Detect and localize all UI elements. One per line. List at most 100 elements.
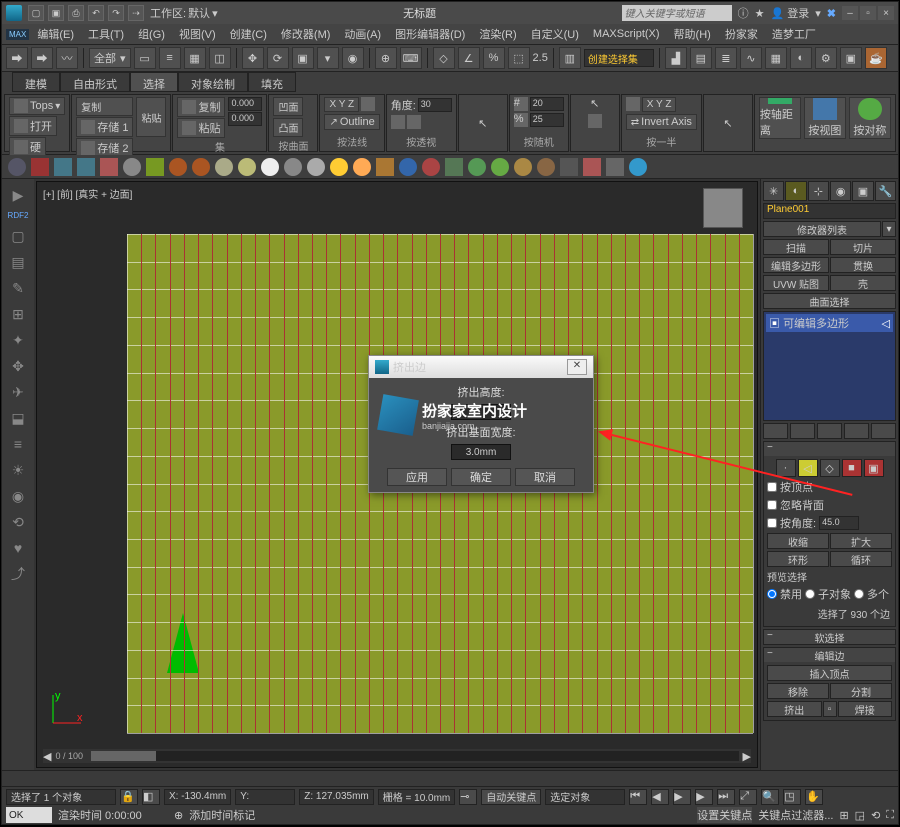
curve-select-button[interactable]: 曲面选择 <box>763 293 896 309</box>
script-x-icon[interactable]: ✖ <box>827 7 836 20</box>
edit-edges-rollout-header[interactable]: 编辑边 <box>764 648 895 662</box>
menu-views[interactable]: 视图(V) <box>173 24 222 44</box>
viewport-label[interactable]: [+] [前] [真实 + 边面] <box>43 186 132 201</box>
loop-button[interactable]: 循环 <box>830 551 892 567</box>
modify-tab-icon[interactable]: ◐ <box>785 181 806 201</box>
shelf-icon[interactable] <box>284 158 302 176</box>
convex-button[interactable]: 凸面 <box>273 118 303 137</box>
shelf-icon[interactable] <box>169 158 187 176</box>
border-subobj-icon[interactable]: ◇ <box>820 459 840 477</box>
normal-icon[interactable] <box>361 97 375 111</box>
gallery-icon[interactable]: ▤ <box>8 252 28 272</box>
keyboard-icon[interactable]: ⌨ <box>400 47 422 69</box>
viewcube[interactable] <box>703 188 743 228</box>
snap-angle-icon[interactable]: ∠ <box>458 47 480 69</box>
workspace-selector[interactable]: 工作区: 默认 ▾ <box>150 5 218 21</box>
pct-icon[interactable]: % <box>514 113 528 127</box>
orbit-icon[interactable]: ⟲ <box>871 809 880 822</box>
goto-start-icon[interactable]: ⏮ <box>629 789 647 805</box>
schematic-icon[interactable]: ▦ <box>765 47 787 69</box>
render-icon[interactable]: ☕ <box>865 47 887 69</box>
link-icon[interactable]: ⇢ <box>128 5 144 21</box>
shrink-button[interactable]: 收缩 <box>767 533 829 549</box>
object-name-input[interactable]: Plane001 <box>763 203 896 219</box>
sparkle-icon[interactable]: ✦ <box>8 330 28 350</box>
ring-button[interactable]: 环形 <box>767 551 829 567</box>
refresh-icon[interactable]: ⟲ <box>8 512 28 532</box>
select-icon[interactable]: ▭ <box>134 47 156 69</box>
angle-spinner[interactable]: 45.0 <box>819 516 859 530</box>
menu-maxscript[interactable]: MAXScript(X) <box>587 26 666 42</box>
menu-banjiajia[interactable]: 扮家家 <box>719 24 764 44</box>
select-name-icon[interactable]: ≡ <box>159 47 181 69</box>
make-unique-icon[interactable] <box>817 423 842 439</box>
scale-icon[interactable]: ▣ <box>292 47 314 69</box>
dialog-close-button[interactable]: ✕ <box>567 359 587 375</box>
autokey-button[interactable]: 自动关键点 <box>481 789 541 805</box>
extrude-settings-icon[interactable]: ▫ <box>823 701 837 717</box>
image-icon[interactable]: ▢ <box>8 226 28 246</box>
dot-icon[interactable] <box>588 114 602 128</box>
camera-icon[interactable]: ◉ <box>8 486 28 506</box>
named-sel-icon[interactable]: ▥ <box>559 47 581 69</box>
persp-icon2[interactable] <box>407 115 421 129</box>
maximize-vp-icon[interactable]: ⛶ <box>886 809 894 822</box>
ribbon-tab-freeform[interactable]: 自由形式 <box>60 72 130 92</box>
quick-mod-subst[interactable]: 贯换 <box>830 257 896 273</box>
quick-mod-uvw[interactable]: UVW 贴图 <box>763 275 829 291</box>
max-menu-icon[interactable]: MAX <box>6 29 29 40</box>
hash-icon[interactable]: # <box>514 97 528 111</box>
shelf-icon[interactable] <box>353 158 371 176</box>
coord-y[interactable]: Y: <box>235 789 295 805</box>
next-frame-icon[interactable]: ▶ <box>695 789 713 805</box>
show-end-icon[interactable] <box>790 423 815 439</box>
half-icon[interactable] <box>626 97 640 111</box>
rotate-icon[interactable]: ⟳ <box>267 47 289 69</box>
ok-button[interactable]: 确定 <box>451 468 511 486</box>
ignore-backfacing-checkbox[interactable]: 忽略背面 <box>767 497 892 513</box>
pan-icon[interactable]: ✋ <box>805 789 823 805</box>
weld-button[interactable]: 焊接 <box>838 701 893 717</box>
extrude-button[interactable]: 挤出 <box>767 701 822 717</box>
key-icon[interactable]: ▾ <box>815 7 821 20</box>
cancel-button[interactable]: 取消 <box>515 468 575 486</box>
by-symmetry-button[interactable]: 按对称 <box>849 97 891 139</box>
brightness-icon[interactable]: ☀ <box>8 460 28 480</box>
vertex-subobj-icon[interactable]: · <box>776 459 796 477</box>
plane-icon[interactable]: ✈ <box>8 382 28 402</box>
nav-icon[interactable]: ◲ <box>855 809 865 822</box>
concave-button[interactable]: 凹面 <box>273 97 303 116</box>
time-tag-input[interactable]: 添加时间标记 <box>189 807 329 823</box>
menu-dreamfactory[interactable]: 造梦工厂 <box>766 24 822 44</box>
config-sets-icon[interactable] <box>871 423 896 439</box>
utilities-tab-icon[interactable]: 🔧 <box>875 181 896 201</box>
shelf-icon[interactable] <box>399 158 417 176</box>
outline-button[interactable]: ↗Outline <box>324 114 379 130</box>
shelf-icon[interactable] <box>192 158 210 176</box>
material-editor-icon[interactable]: ◐ <box>790 47 812 69</box>
hierarchy-tab-icon[interactable]: ⊹ <box>808 181 829 201</box>
goto-end-icon[interactable]: ⏭ <box>717 789 735 805</box>
quick-mod-editpoly[interactable]: 编辑多边形 <box>763 257 829 273</box>
isolate-icon[interactable]: ◧ <box>142 789 160 805</box>
ribbon-tab-selection[interactable]: 选择 <box>130 72 178 92</box>
shelf-icon[interactable] <box>468 158 486 176</box>
tray-icon[interactable]: ⬓ <box>8 408 28 428</box>
shelf-icon[interactable] <box>445 158 463 176</box>
create-tab-icon[interactable]: ✳ <box>763 181 784 201</box>
unlink-tool-icon[interactable]: ⮕ <box>31 47 53 69</box>
time-tag-icon[interactable]: ⊕ <box>174 809 183 822</box>
rand-n1[interactable]: 20 <box>530 97 564 111</box>
shelf-icon[interactable] <box>54 158 72 176</box>
shelf-icon[interactable] <box>514 158 532 176</box>
setkey-button[interactable]: 设置关键点 <box>697 807 752 823</box>
modifier-dropdown-icon[interactable]: ▾ <box>882 221 896 237</box>
coord-z[interactable]: Z: 127.035mm <box>299 789 373 805</box>
dialog-titlebar[interactable]: 挤出边 ✕ <box>369 356 593 378</box>
help-search-input[interactable]: 键入关键字或短语 <box>622 5 732 21</box>
edge-subobj-icon[interactable]: ◁ <box>798 459 818 477</box>
mirror-icon[interactable]: ▟ <box>665 47 687 69</box>
fov-icon[interactable]: ◳ <box>783 789 801 805</box>
by-view-button[interactable]: 按视图 <box>804 97 846 139</box>
window-crossing-icon[interactable]: ◫ <box>209 47 231 69</box>
